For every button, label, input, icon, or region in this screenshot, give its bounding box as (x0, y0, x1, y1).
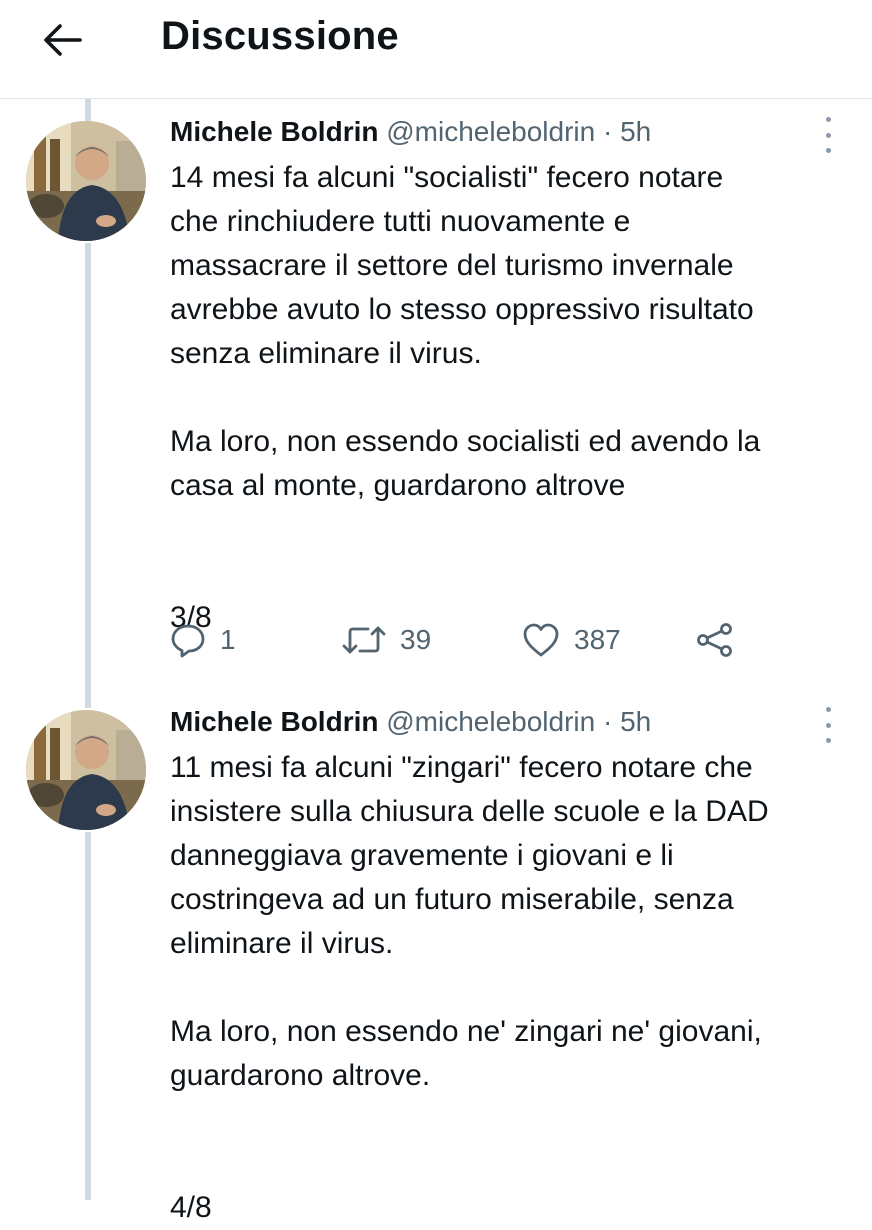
more-vertical-icon (825, 117, 831, 122)
like-count: 387 (574, 624, 621, 655)
top-bar: Discussione (0, 0, 872, 99)
reply-count: 1 (220, 624, 236, 655)
avatar-photo (26, 710, 146, 830)
page-title: Discussione (161, 14, 399, 58)
share-button[interactable] (696, 620, 734, 660)
timestamp[interactable]: 5h (620, 116, 651, 147)
more-options-button[interactable] (818, 117, 838, 153)
avatar-photo (26, 121, 146, 241)
tweet-text: 14 mesi fa alcuni "socialisti" fecero no… (170, 161, 761, 634)
more-options-button[interactable] (818, 707, 838, 743)
author-handle[interactable]: @micheleboldrin (386, 706, 595, 737)
avatar[interactable] (26, 121, 146, 241)
heart-icon (523, 623, 559, 657)
author-handle[interactable]: @micheleboldrin (386, 116, 595, 147)
retweet-count: 39 (400, 624, 432, 655)
reply-icon (171, 624, 205, 658)
retweet-icon (342, 626, 386, 654)
more-vertical-icon (825, 707, 831, 712)
thread-line-middle (85, 243, 91, 708)
tweet-header: Michele Boldrin @micheleboldrin · 5h (170, 116, 651, 148)
author-name[interactable]: Michele Boldrin (170, 706, 378, 737)
separator-dot: · (603, 116, 613, 147)
thread-line-top (85, 99, 91, 121)
tweet-text: 11 mesi fa alcuni "zingari" fecero notar… (170, 751, 769, 1224)
timestamp[interactable]: 5h (620, 706, 651, 737)
separator-dot: · (603, 706, 613, 737)
tweet-header: Michele Boldrin @micheleboldrin · 5h (170, 706, 651, 738)
reply-button[interactable]: 1 (170, 620, 236, 660)
tweet-actions: 1 39 387 (170, 620, 760, 660)
thread-line-bottom (85, 832, 91, 1200)
like-button[interactable]: 387 (522, 620, 621, 660)
author-name[interactable]: Michele Boldrin (170, 116, 378, 147)
avatar[interactable] (26, 710, 146, 830)
retweet-button[interactable]: 39 (342, 620, 431, 660)
share-icon (697, 623, 732, 657)
back-button[interactable] (40, 18, 84, 62)
arrow-left-icon (44, 24, 82, 56)
